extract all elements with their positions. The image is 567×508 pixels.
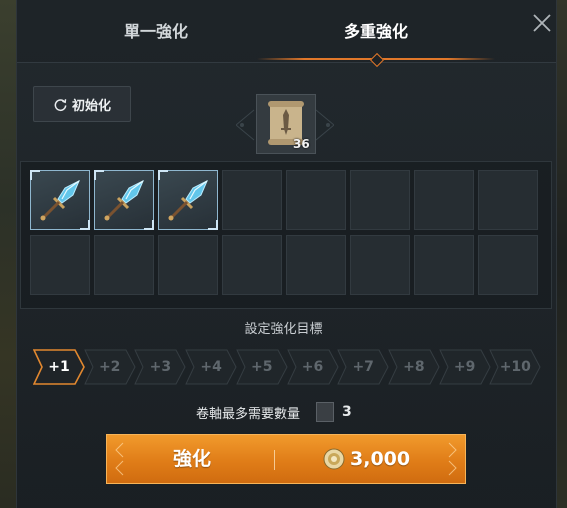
requirement-label: 卷軸最多需要數量 (196, 406, 301, 422)
close-button[interactable] (531, 12, 553, 34)
item-slot-empty[interactable] (478, 235, 538, 295)
level-option[interactable]: +3 (134, 349, 186, 385)
enhance-cost: 3,000 (350, 448, 411, 470)
target-level-selector: +1 +2 +3 +4 +5 +6 +7 +8 +9 +10 (33, 349, 543, 385)
level-option[interactable]: +6 (286, 349, 339, 385)
level-label: +9 (453, 359, 476, 375)
enhance-button[interactable]: 強化 3,000 (106, 434, 466, 484)
item-slot-empty[interactable] (30, 235, 90, 295)
scroll-mini-icon (316, 402, 335, 422)
level-label: +10 (499, 359, 531, 375)
level-option[interactable]: +4 (185, 349, 237, 385)
item-slot-filled[interactable] (94, 170, 154, 230)
item-slot-empty[interactable] (350, 235, 410, 295)
level-label: +6 (301, 359, 324, 375)
level-option[interactable]: +8 (388, 349, 440, 385)
item-slot-grid (30, 170, 538, 295)
item-slot-empty[interactable] (414, 170, 474, 230)
tab-multi-enhance[interactable]: 多重強化 (257, 0, 495, 62)
item-slot-empty[interactable] (94, 235, 154, 295)
tab-bar: 單一強化 多重強化 (17, 0, 556, 62)
level-label: +2 (98, 359, 121, 375)
level-label: +3 (149, 359, 172, 375)
item-slot-empty[interactable] (286, 170, 346, 230)
tab-divider (17, 62, 556, 63)
item-slot-empty[interactable] (286, 235, 346, 295)
level-option[interactable]: +9 (438, 349, 491, 385)
item-slot-empty[interactable] (350, 170, 410, 230)
target-level-label: 設定強化目標 (244, 322, 323, 337)
level-label: +8 (403, 359, 425, 375)
button-ornament-right (448, 442, 457, 476)
level-label: +1 (48, 359, 70, 375)
refresh-icon (54, 98, 67, 111)
level-option[interactable]: +5 (236, 349, 288, 385)
item-slot-empty[interactable] (158, 235, 218, 295)
tab-single-enhance[interactable]: 單一強化 (37, 0, 275, 62)
level-label: +4 (200, 359, 222, 375)
background-left-edge (0, 0, 16, 508)
item-slot-filled[interactable] (158, 170, 218, 230)
scroll-requirement: 卷軸最多需要數量 3 (196, 402, 352, 422)
requirement-count: 3 (342, 404, 352, 420)
sword-icon (104, 179, 144, 221)
gold-coin-icon (323, 448, 345, 470)
close-icon (533, 14, 551, 32)
level-label: +7 (352, 359, 374, 375)
level-option[interactable]: +10 (489, 349, 541, 385)
item-slot-empty[interactable] (478, 170, 538, 230)
item-slot-empty[interactable] (222, 170, 282, 230)
enhance-button-label: 強化 (172, 448, 211, 470)
item-slot-empty[interactable] (414, 235, 474, 295)
reset-button-label: 初始化 (71, 98, 111, 114)
item-slot-filled[interactable] (30, 170, 90, 230)
level-option[interactable]: +2 (83, 349, 136, 385)
level-label: +5 (251, 359, 273, 375)
sword-icon (40, 179, 80, 221)
scroll-count: 36 (293, 137, 310, 151)
sword-icon (168, 179, 208, 221)
button-separator (274, 450, 275, 470)
item-slot-empty[interactable] (222, 235, 282, 295)
reset-button[interactable]: 初始化 (33, 86, 131, 122)
level-option[interactable]: +1 (33, 349, 85, 385)
level-option[interactable]: +7 (337, 349, 389, 385)
